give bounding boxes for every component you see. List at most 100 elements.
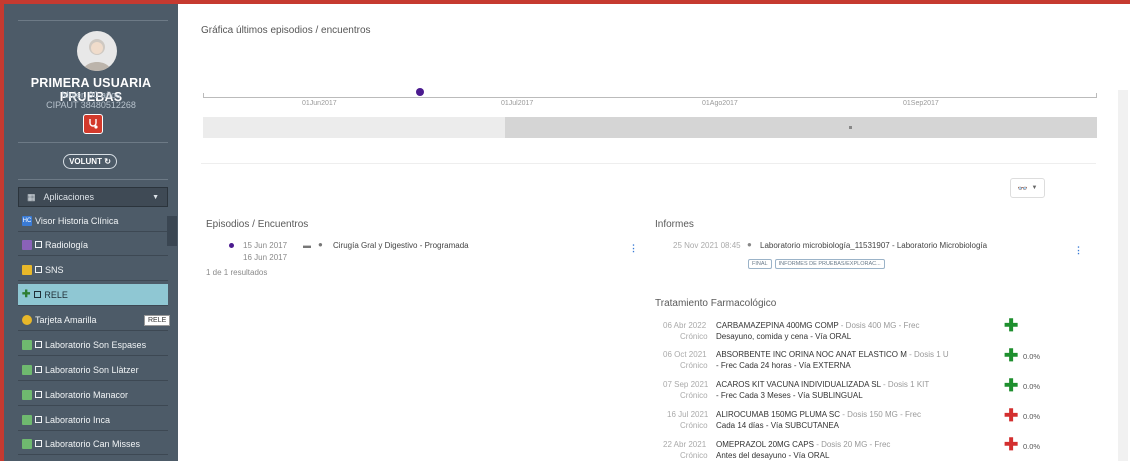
episode-menu-icon[interactable]: ⋮ — [629, 243, 638, 254]
section-divider — [201, 163, 1096, 164]
apps-label: Aplicaciones — [43, 192, 95, 202]
treatment-type: Crónico — [680, 391, 708, 400]
volunt-label: VOLUNT — [69, 157, 102, 166]
treatment-percent: 0.0% — [1023, 382, 1041, 391]
chevron-down-icon: ▼ — [152, 193, 159, 201]
treatment-type: Crónico — [680, 332, 708, 341]
treatment-percent: 0.0% — [1023, 442, 1041, 451]
treatment-date: 16 Jul 2021 — [667, 410, 709, 419]
treatment-drug: CARBAMAZEPINA 400MG COMP — [716, 321, 839, 330]
treatment-type: Crónico — [680, 421, 708, 430]
main-scrollbar[interactable] — [1118, 90, 1128, 461]
navigator-handle[interactable] — [849, 126, 852, 129]
sidebar-item-lab-son-espases[interactable]: Laboratorio Son Espases — [18, 334, 168, 356]
volunt-button[interactable]: VOLUNT ↻ — [63, 154, 117, 169]
plus-icon: ✚ — [22, 289, 31, 300]
search-dropdown-button[interactable]: 👓 ▼ — [1010, 178, 1045, 198]
plus-icon: ✚ — [1004, 376, 1019, 395]
episode-bullet — [229, 243, 234, 248]
treatment-type: Crónico — [680, 361, 708, 370]
treatment-drug: ALIROCUMAB 150MG PLUMA SC — [716, 410, 841, 419]
avatar — [77, 31, 117, 71]
lab-icon — [22, 389, 32, 400]
lab-icon — [22, 364, 32, 375]
sidebar-item-rele[interactable]: ✚ RELE — [18, 284, 168, 306]
sidebar-item-label: Visor Historia Clínica — [35, 215, 119, 226]
treatment-line1: ABSORBENTE INC ORINA NOC ANAT ELASTICO M… — [716, 350, 949, 359]
sidebar-item-label: Laboratorio Son Llàtzer — [45, 364, 139, 375]
treatment-line1: ALIROCUMAB 150MG PLUMA SC - Dosis 150 MG… — [716, 410, 921, 419]
timeline-label: 01Jul2017 — [501, 100, 534, 107]
timeline-navigator[interactable] — [203, 117, 1097, 138]
treatment-date: 22 Abr 2021 — [663, 440, 707, 449]
tooltip: RELE — [144, 315, 171, 326]
timeline-label: 01Jun2017 — [302, 100, 337, 107]
sidebar-divider — [18, 142, 168, 143]
sidebar-scrollbar[interactable] — [167, 216, 177, 246]
treatment-type: Crónico — [680, 451, 708, 460]
timeline-tick — [1096, 93, 1097, 98]
app-page: PRIMERA USUARIA PRUEBAS Mujer, 90 años C… — [0, 0, 1130, 461]
plus-icon: ✚ — [1004, 435, 1019, 454]
external-link-icon — [35, 266, 42, 273]
external-link-icon — [35, 391, 42, 398]
report-menu-icon[interactable]: ⋮ — [1074, 245, 1083, 256]
sidebar-item-radiologia[interactable]: Radiología — [18, 234, 168, 256]
navigator-selection[interactable] — [505, 117, 1097, 138]
sidebar: PRIMERA USUARIA PRUEBAS Mujer, 90 años C… — [4, 4, 178, 461]
timeline-label: 01Sep2017 — [903, 100, 939, 107]
plus-alert-icon: ✚ — [1004, 406, 1019, 425]
report-date: 25 Nov 2021 08:45 — [673, 241, 741, 250]
sns-icon — [22, 264, 32, 275]
status-badge: FINAL — [748, 259, 772, 269]
sidebar-item-label: Radiología — [45, 239, 89, 250]
sidebar-item-lab-manacor[interactable]: Laboratorio Manacor — [18, 384, 168, 406]
treatments-title: Tratamiento Farmacológico — [655, 298, 777, 309]
sidebar-item-lab-can-misses[interactable]: Laboratorio Can Misses — [18, 433, 168, 455]
sidebar-item-label: Laboratorio Can Misses — [45, 438, 141, 449]
treatment-drug: ABSORBENTE INC ORINA NOC ANAT ELASTICO M — [716, 350, 907, 359]
treatment-dose: - Dosis 1 KIT — [883, 380, 930, 389]
report-tags: FINAL INFORMES DE PRUEBAS/EXPLORAC... — [748, 252, 888, 270]
chart-title: Gráfica últimos episodios / encuentros — [201, 25, 371, 36]
card-icon — [22, 314, 32, 325]
external-link-icon — [35, 416, 42, 423]
sidebar-divider — [18, 179, 168, 180]
reports-title: Informes — [655, 219, 694, 230]
report-description[interactable]: Laboratorio microbiología_11531907 - Lab… — [760, 241, 987, 250]
patient-cipaut: CIPAUT 38480512268 — [46, 100, 136, 110]
type-badge: INFORMES DE PRUEBAS/EXPLORAC... — [774, 259, 885, 269]
sidebar-item-lab-son-llatzer[interactable]: Laboratorio Son Llàtzer — [18, 359, 168, 381]
episode-marker[interactable] — [416, 88, 424, 96]
episodes-title: Episodios / Encuentros — [206, 219, 309, 230]
treatment-line2: Antes del desayuno - Vía ORAL — [716, 451, 830, 460]
plus-icon: ✚ — [1004, 316, 1019, 335]
grid-icon: ▦ — [27, 191, 36, 202]
sidebar-item-label: SNS — [45, 264, 64, 275]
treatment-line1: CARBAMAZEPINA 400MG COMP - Dosis 400 MG … — [716, 321, 919, 330]
sidebar-item-visor[interactable]: HC Visor Historia Clínica — [18, 210, 168, 232]
folder-icon: ▬ — [303, 241, 311, 250]
timeline-tick — [203, 93, 204, 98]
treatment-line2: Desayuno, comida y cena - Vía ORAL — [716, 332, 852, 341]
episode-description[interactable]: Cirugía Gral y Digestivo - Programada — [333, 241, 469, 250]
user-icon: ● — [318, 240, 323, 249]
external-link-icon — [35, 241, 42, 248]
treatment-dose: - Dosis 400 MG - Frec — [840, 321, 920, 330]
sidebar-item-label: RELE — [44, 289, 68, 300]
apps-dropdown[interactable]: ▦ Aplicaciones ▼ — [18, 187, 168, 207]
sidebar-item-sns[interactable]: SNS — [18, 259, 168, 281]
treatment-date: 07 Sep 2021 — [663, 380, 709, 389]
treatment-line2: Cada 14 días - Vía SUBCUTANEA — [716, 421, 840, 430]
treatment-dose: - Dosis 1 U — [909, 350, 949, 359]
treatment-drug: OMEPRAZOL 20MG CAPS — [716, 440, 814, 449]
treatment-dose: - Dosis 150 MG - Frec — [842, 410, 921, 419]
sidebar-item-lab-inca[interactable]: Laboratorio Inca — [18, 409, 168, 431]
sidebar-item-label: Laboratorio Manacor — [45, 389, 129, 400]
alert-button[interactable] — [83, 114, 103, 134]
hc-icon: HC — [22, 215, 32, 226]
plus-icon: ✚ — [1004, 346, 1019, 365]
lab-icon — [22, 438, 32, 449]
treatment-line1: OMEPRAZOL 20MG CAPS - Dosis 20 MG - Frec — [716, 440, 890, 449]
treatment-line1: ACAROS KIT VACUNA INDIVIDUALIZADA SL - D… — [716, 380, 929, 389]
